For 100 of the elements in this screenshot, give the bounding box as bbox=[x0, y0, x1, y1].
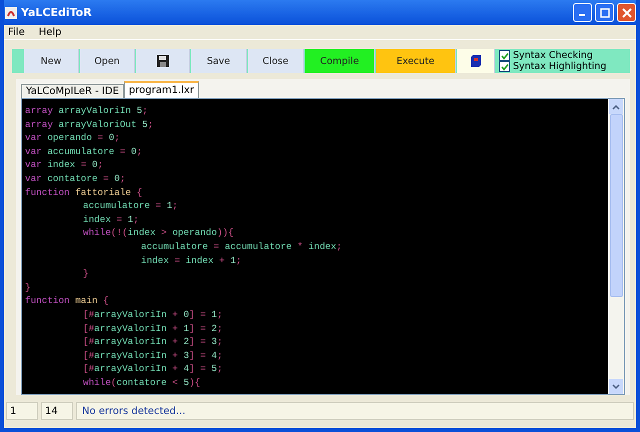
code-token: ; bbox=[216, 363, 223, 374]
code-token: index bbox=[141, 254, 169, 266]
scroll-down-icon[interactable] bbox=[612, 384, 620, 390]
code-token: = bbox=[154, 200, 162, 212]
maximize-icon bbox=[600, 8, 610, 18]
tab[interactable]: YaLCoMpILeR - IDE bbox=[21, 84, 124, 98]
code-token: ; bbox=[120, 172, 126, 184]
checkbox-label: Syntax Highlighting bbox=[513, 61, 606, 72]
code-token: array bbox=[25, 105, 53, 116]
code-token: 2 bbox=[210, 322, 217, 334]
code-token: arrayValoriIn bbox=[94, 363, 167, 374]
code-token: contatore bbox=[116, 376, 167, 388]
toolbar-button[interactable] bbox=[457, 49, 495, 73]
code-token: < bbox=[171, 376, 178, 388]
code-token: 0 bbox=[90, 159, 98, 170]
code-token: function bbox=[25, 186, 70, 198]
code-token: ){ bbox=[189, 376, 200, 388]
menu-item[interactable]: File bbox=[8, 26, 25, 38]
code-token: 5 bbox=[141, 118, 148, 130]
toolbar-button[interactable]: Open bbox=[80, 49, 135, 73]
code-token: [# bbox=[83, 350, 94, 361]
toolbar-button[interactable] bbox=[136, 49, 190, 73]
code-token: operando bbox=[171, 227, 217, 238]
code-token: index bbox=[83, 214, 111, 225]
code-token: + bbox=[171, 336, 178, 348]
toolbar-button[interactable]: Close bbox=[248, 49, 304, 73]
code-token: (!( bbox=[110, 227, 128, 238]
code-token: accumulatore bbox=[46, 146, 114, 157]
tab[interactable]: program1.lxr bbox=[124, 81, 199, 98]
code-token: = bbox=[115, 214, 122, 225]
code-token: index bbox=[46, 159, 76, 170]
maximize-button[interactable] bbox=[595, 3, 614, 22]
code-token: 5 bbox=[182, 376, 190, 388]
code-token: = bbox=[173, 254, 180, 266]
code-token: } bbox=[25, 282, 31, 293]
code-token: { bbox=[102, 295, 109, 306]
column-number: 14 bbox=[41, 402, 73, 420]
code-token: * bbox=[296, 240, 303, 252]
scrollbar[interactable] bbox=[608, 99, 624, 394]
code-token: main bbox=[74, 295, 98, 306]
code-token: > bbox=[160, 227, 167, 238]
book-icon bbox=[470, 55, 480, 67]
code-token: + bbox=[218, 254, 225, 266]
code-token: ] = bbox=[189, 308, 206, 320]
menu-item[interactable]: Help bbox=[38, 26, 62, 38]
close-button[interactable] bbox=[617, 3, 636, 22]
code-token: 5 bbox=[136, 105, 142, 116]
minimize-button[interactable] bbox=[573, 3, 592, 22]
toolbar-button[interactable]: New bbox=[24, 49, 79, 73]
code-token: array bbox=[25, 118, 53, 130]
code-token: while bbox=[83, 227, 111, 238]
code-token: 1 bbox=[166, 200, 172, 212]
code-token: var bbox=[25, 132, 42, 144]
code-token: 5 bbox=[210, 363, 217, 374]
toolbar-button[interactable]: Execute bbox=[376, 49, 456, 73]
code-token: ; bbox=[216, 308, 223, 320]
code-token: operando bbox=[46, 132, 92, 144]
code-token: = bbox=[212, 240, 220, 252]
toolbar-button[interactable]: Save bbox=[191, 49, 247, 73]
code-token: 1 bbox=[210, 308, 217, 320]
code-token: index bbox=[184, 254, 214, 266]
code-token: function bbox=[25, 295, 70, 306]
code-token: ( bbox=[110, 376, 116, 388]
code-token: 2 bbox=[182, 336, 190, 348]
code-token: var bbox=[25, 159, 42, 170]
code-token: = bbox=[118, 146, 126, 157]
code-token: + bbox=[171, 363, 178, 374]
code-token: ] = bbox=[189, 322, 206, 334]
code-token: 4 bbox=[210, 350, 217, 361]
code-token: ] = bbox=[189, 336, 206, 348]
code-token: arrayValoriIn bbox=[94, 350, 167, 361]
code-token: arrayValoriIn bbox=[94, 336, 167, 348]
checkbox-label: Syntax Checking bbox=[513, 50, 593, 61]
code-token: arrayValoriIn bbox=[57, 105, 132, 116]
checkbox[interactable] bbox=[499, 50, 510, 61]
code-token: 0 bbox=[130, 146, 137, 157]
checkbox[interactable] bbox=[499, 61, 510, 72]
code-token: ; bbox=[216, 336, 223, 348]
code-token: ; bbox=[336, 240, 342, 252]
code-token: arrayValoriIn bbox=[94, 308, 167, 320]
code-token: fattoriale bbox=[74, 186, 132, 198]
code-token: )){ bbox=[216, 227, 234, 238]
code-token: ; bbox=[98, 159, 104, 170]
code-token: [# bbox=[83, 363, 94, 374]
code-token: = bbox=[96, 132, 104, 144]
code-token: var bbox=[25, 146, 42, 157]
scroll-up-icon[interactable] bbox=[612, 104, 620, 110]
code-token: 4 bbox=[182, 363, 190, 374]
code-token: ] = bbox=[189, 350, 206, 361]
code-token: while bbox=[83, 376, 111, 388]
toolbar-button[interactable]: Compile bbox=[305, 49, 375, 73]
code-token: 3 bbox=[210, 336, 217, 348]
code-token: ; bbox=[148, 118, 154, 130]
code-token: + bbox=[171, 308, 178, 320]
line-number: 1 bbox=[6, 402, 38, 420]
code-token: 0 bbox=[113, 172, 120, 184]
code-token: = bbox=[102, 172, 109, 184]
status-message: No errors detected... bbox=[76, 402, 634, 420]
code-token: [# bbox=[83, 308, 94, 320]
code-token: ; bbox=[236, 254, 242, 266]
